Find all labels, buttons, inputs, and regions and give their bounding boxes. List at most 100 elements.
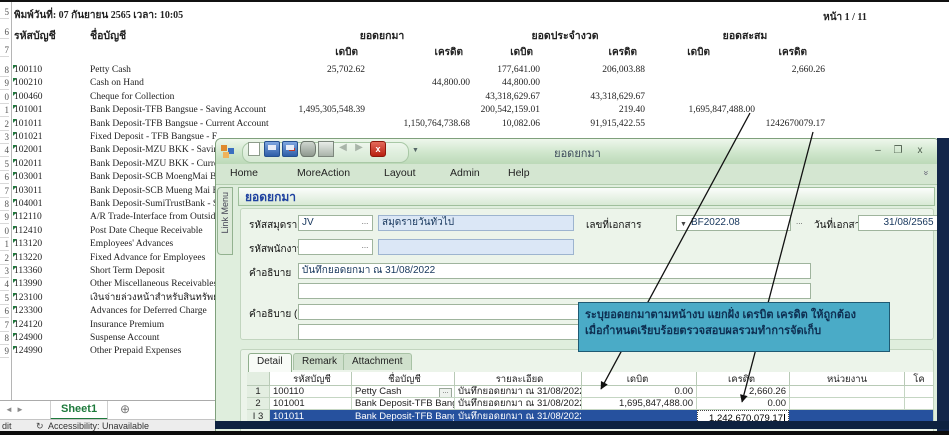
window-bottom-band [215, 421, 949, 429]
next-sheet-icon[interactable]: ► [16, 405, 24, 414]
tab-attachment[interactable]: Attachment [343, 353, 412, 370]
tab-detail[interactable]: Detail [248, 353, 292, 372]
grid-header-clipped[interactable]: โค [905, 372, 933, 386]
grid-header-account-code[interactable]: รหัสบัญชี [270, 372, 352, 386]
grid-cell-account-name[interactable]: Bank Deposit-TFB Bangsue ... [352, 398, 455, 410]
account-code-cell: 100210 [14, 77, 43, 90]
grid-header-account-name[interactable]: ชื่อบัญชี [352, 372, 455, 386]
employee-code-field[interactable]: ... [298, 239, 373, 255]
accessibility-status[interactable]: Accessibility: Unavailable [48, 421, 149, 431]
menu-help[interactable]: Help [508, 167, 530, 179]
add-sheet-icon[interactable]: ⊕ [120, 402, 130, 416]
account-name-cell: Other Miscellaneous Receivables [90, 278, 217, 291]
excel-row-number: 5 [0, 6, 9, 19]
status-mode-label: dit [2, 421, 12, 431]
grid-cell-clipped[interactable] [905, 398, 933, 410]
account-name-cell: Petty Cash [90, 64, 131, 77]
journal-lookup-button[interactable]: ... [359, 217, 371, 229]
grid-cell-department[interactable] [790, 386, 905, 398]
account-name-cell: Employees' Advances [90, 238, 173, 251]
page-title-bar: ยอดยกมา [238, 187, 935, 206]
excel-row-number: 1 [0, 238, 9, 251]
excel-row-number: 3 [0, 265, 9, 278]
window-title-bar[interactable]: ◀ ▶ x ▼ ยอดยกมา – ❐ x [216, 139, 939, 164]
grid-cell-clipped[interactable] [905, 386, 933, 398]
account-code-cell: 103001 [14, 171, 43, 184]
grid-row[interactable]: 1 100110 Petty Cash... บันทึกยอดยกมา ณ 3… [247, 386, 933, 398]
journal-code-field[interactable]: JV ... [298, 215, 373, 231]
account-code-cell: 124990 [14, 345, 43, 358]
sheet-tab-sheet1[interactable]: Sheet1 [50, 401, 108, 420]
menu-layout[interactable]: Layout [384, 167, 416, 179]
grid-corner [247, 372, 270, 386]
description-field-2[interactable] [298, 283, 811, 299]
excel-row-number: 9 [0, 77, 9, 90]
subheader-debit: เดบิต [640, 45, 710, 60]
grid-header-debit[interactable]: เดบิต [582, 372, 697, 386]
menu-chevron-icon[interactable]: » [921, 170, 931, 175]
grid-cell-credit[interactable]: 2,660.26 [697, 386, 790, 398]
dropdown-icon[interactable]: ▼ [680, 218, 687, 231]
excel-row-number: 2 [0, 252, 9, 265]
minimize-button[interactable]: – [869, 143, 887, 158]
print-date-header: พิมพ์วันที่: 07 กันยายน 2565 เวลา: 10:05 [14, 8, 183, 23]
group-header-accumulated: ยอดสะสม [675, 27, 815, 44]
account-code-cell: 104001 [14, 198, 43, 211]
account-code-cell: 101021 [14, 131, 43, 144]
excel-report-row: 0 100460 Cheque for Collection 43,318,62… [0, 91, 949, 104]
grid-cell-department[interactable] [790, 398, 905, 410]
menu-moreaction[interactable]: MoreAction [297, 167, 350, 179]
menu-admin[interactable]: Admin [450, 167, 480, 179]
description-field[interactable]: บันทึกยอดยกมา ณ 31/08/2022 [298, 263, 811, 279]
grid-header-credit[interactable]: เครดิต [697, 372, 790, 386]
menu-bar: Home MoreAction Layout Admin Help » [216, 164, 939, 185]
excel-row-number: 8 [0, 198, 9, 211]
document-date-field[interactable]: 31/08/2565 [858, 215, 949, 231]
account-name-cell: Other Prepaid Expenses [90, 345, 181, 358]
account-code-cell: 112110 [14, 211, 42, 224]
screen: 5 6 7 พิมพ์วันที่: 07 กันยายน 2565 เวลา:… [0, 0, 949, 435]
account-name-cell: Bank Deposit-SumiTrustBank - S [90, 198, 218, 211]
grid-cell-debit[interactable]: 0.00 [582, 386, 697, 398]
account-name-cell: Fixed Advance for Employees [90, 252, 205, 265]
grid-row-selector[interactable]: 1 [247, 386, 270, 398]
accumulated-credit-cell: 2,660.26 [690, 64, 825, 77]
grid-row[interactable]: 2 101001 Bank Deposit-TFB Bangsue ... บั… [247, 398, 933, 410]
menu-home[interactable]: Home [230, 167, 258, 179]
grid-header-description[interactable]: รายละเอียด [455, 372, 582, 386]
grid-cell-debit[interactable]: 1,695,847,488.00 [582, 398, 697, 410]
column-header-code: รหัสบัญชี [14, 27, 56, 44]
maximize-button[interactable]: ❐ [889, 143, 907, 158]
accumulated-debit-cell: 1,695,847,488.00 [620, 104, 755, 117]
account-code-cell: 100110 [14, 64, 42, 77]
close-button[interactable]: x [911, 143, 929, 158]
link-menu-tab[interactable]: Link Menu [217, 187, 233, 255]
prev-sheet-icon[interactable]: ◄ [5, 405, 13, 414]
excel-row-number: 6 [0, 171, 9, 184]
excel-report-row: 9 100210 Cash on Hand 44,800.00 44,800.0… [0, 77, 949, 90]
excel-top-border [0, 0, 949, 2]
account-code-cell: 124900 [14, 332, 43, 345]
employee-lookup-button[interactable]: ... [359, 241, 371, 253]
grid-cell-description[interactable]: บันทึกยอดยกมา ณ 31/08/2022 [455, 386, 582, 398]
excel-report-row: 8 100110 Petty Cash 25,702.62 177,641.00… [0, 64, 949, 77]
grid-row-selector[interactable]: 2 [247, 398, 270, 410]
account-name-cell: Bank Deposit-SCB MoengMai Ba [90, 171, 221, 184]
window-title: ยอดยกมา [216, 144, 939, 162]
grid-header-department[interactable]: หน่วยงาน [790, 372, 905, 386]
grid-cell-description[interactable]: บันทึกยอดยกมา ณ 31/08/2022 [455, 398, 582, 410]
grid-cell-credit[interactable]: 0.00 [697, 398, 790, 410]
excel-row-number: 7 [0, 319, 9, 332]
excel-row-number: 8 [0, 332, 9, 345]
cell-ellipsis-button[interactable]: ... [439, 388, 452, 398]
tab-remark[interactable]: Remark [293, 353, 346, 370]
account-code-cell: 102001 [14, 144, 43, 157]
group-header-broughtforward: ยอดยกมา [312, 27, 452, 44]
grid-cell-account-code[interactable]: 100110 [270, 386, 352, 398]
account-code-cell: 113360 [14, 265, 42, 278]
grid-cell-account-name[interactable]: Petty Cash... [352, 386, 455, 398]
excel-row-number: 0 [0, 91, 9, 104]
grid-cell-account-code[interactable]: 101001 [270, 398, 352, 410]
document-no-combo[interactable]: ▼ BF2022.08 [676, 215, 791, 231]
document-no-lookup-button[interactable]: ... [793, 215, 807, 231]
